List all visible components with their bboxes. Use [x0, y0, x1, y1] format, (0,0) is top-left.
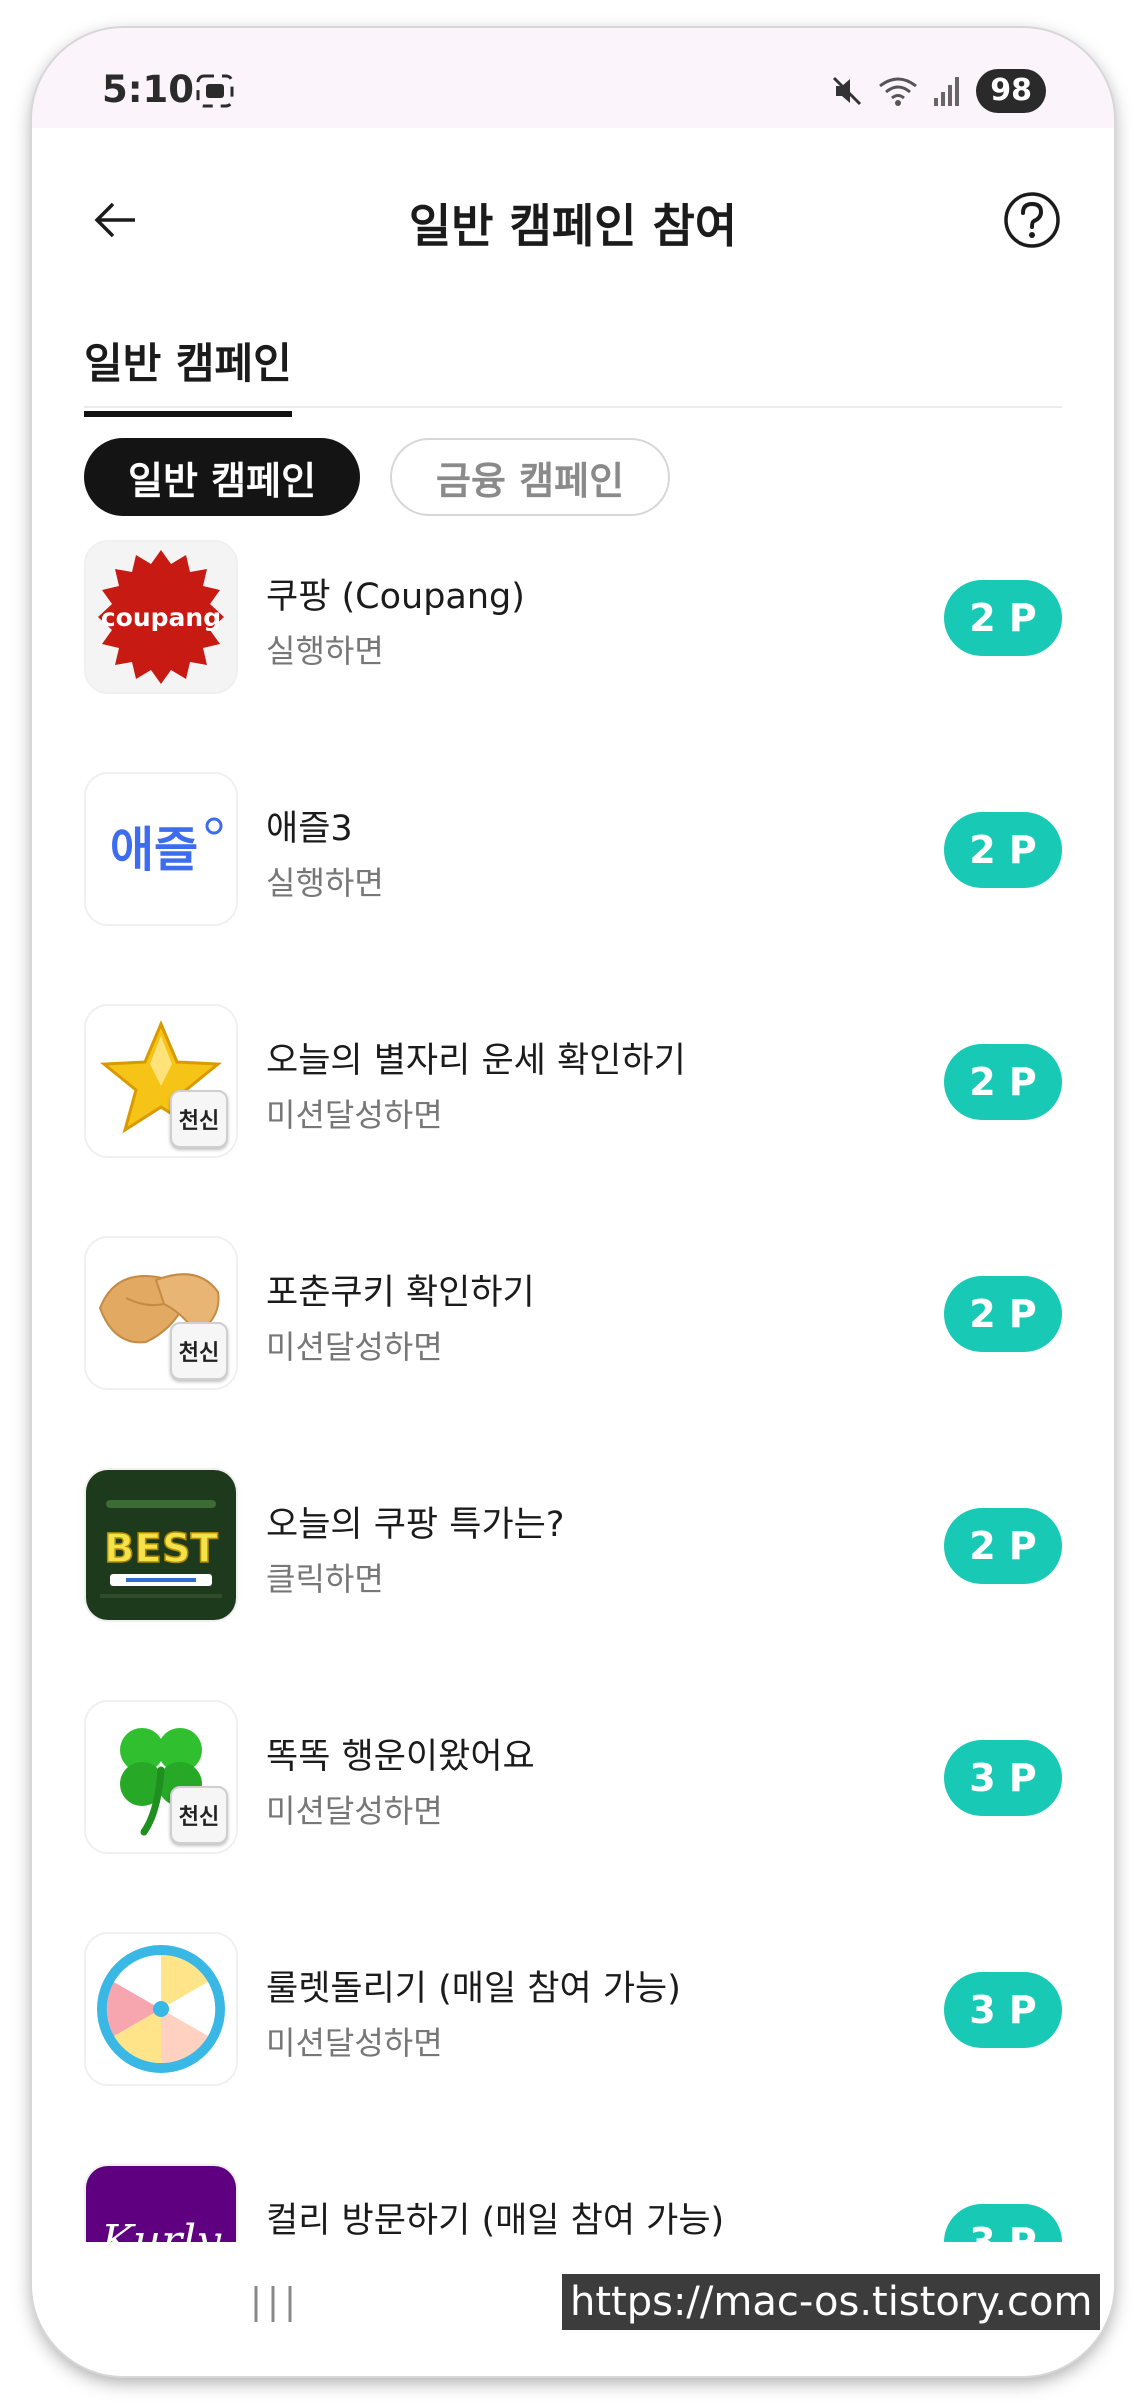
question-circle-icon[interactable]	[1002, 190, 1062, 250]
campaign-title: 똑똑 행운이왔어요	[266, 1737, 535, 1777]
campaign-item-horoscope[interactable]: 천신 오늘의 별자리 운세 확인하기 미션달성하면 2 P	[84, 1004, 1062, 1160]
campaign-item-lucky[interactable]: 천신 똑똑 행운이왔어요 미션달성하면 3 P	[84, 1700, 1062, 1856]
best-text: BEST	[104, 1526, 219, 1572]
signal-icon	[934, 77, 960, 106]
mute-icon	[833, 76, 862, 106]
coupang-best-banner: BEST	[84, 1468, 238, 1622]
campaign-item-coupang[interactable]: coupang 쿠팡 (Coupang) 실행하면 2 P	[84, 540, 1062, 696]
phone-frame: 5:10 98 일반 캠페인 참여 일반 캠페인 일반 캠페인 금융 캠페인 c…	[32, 28, 1114, 2376]
status-icons: 98	[830, 68, 1046, 114]
aejeul-logo: 애즐	[84, 772, 238, 926]
fortune-cookie-icon: 천신	[84, 1236, 238, 1390]
campaign-item-roulette[interactable]: 룰렛돌리기 (매일 참여 가능) 미션달성하면 3 P	[84, 1932, 1062, 2088]
watermark-url: https://mac-os.tistory.com	[562, 2274, 1101, 2330]
points-button[interactable]: 2 P	[944, 1508, 1062, 1584]
campaign-condition: 미션달성하면	[266, 1328, 443, 1366]
campaign-condition: 클릭하면	[266, 1560, 384, 1598]
filter-chips: 일반 캠페인 금융 캠페인	[84, 438, 671, 516]
page-title: 일반 캠페인 참여	[408, 199, 738, 253]
campaign-item-fortune-cookie[interactable]: 천신 포춘쿠키 확인하기 미션달성하면 2 P	[84, 1236, 1062, 1392]
campaign-item-aejeul[interactable]: 애즐 애즐3 실행하면 2 P	[84, 772, 1062, 928]
campaign-title: 오늘의 별자리 운세 확인하기	[266, 1041, 686, 1081]
campaign-title: 컬리 방문하기 (매일 참여 가능)	[266, 2201, 725, 2241]
status-bar: 5:10 98	[32, 28, 1114, 128]
points-button[interactable]: 2 P	[944, 812, 1062, 888]
tab-bar: 일반 캠페인	[84, 308, 1062, 417]
campaign-condition: 미션달성하면	[266, 2024, 443, 2062]
tab-general-campaign[interactable]: 일반 캠페인	[84, 330, 292, 417]
cheonsin-badge: 천신	[170, 1090, 228, 1148]
campaign-condition: 미션달성하면	[266, 1096, 443, 1134]
app-bar: 일반 캠페인 참여	[32, 128, 1114, 318]
cheonsin-badge: 천신	[170, 1786, 228, 1844]
screenshot-icon	[196, 74, 234, 108]
campaign-condition: 실행하면	[266, 864, 384, 902]
cheonsin-badge: 천신	[170, 1322, 228, 1380]
star-icon: 천신	[84, 1004, 238, 1158]
aejeul-logo-text: 애즐	[110, 822, 198, 878]
wifi-icon	[879, 77, 918, 106]
chip-general-campaign[interactable]: 일반 캠페인	[84, 438, 361, 516]
coupang-logo: coupang	[84, 540, 238, 694]
points-button[interactable]: 3 P	[944, 1740, 1062, 1816]
battery-indicator: 98	[976, 69, 1046, 113]
campaign-title: 룰렛돌리기 (매일 참여 가능)	[266, 1969, 681, 2009]
system-nav-bar: https://mac-os.tistory.com	[32, 2242, 1114, 2376]
points-button[interactable]: 3 P	[944, 1972, 1062, 2048]
campaign-title: 포춘쿠키 확인하기	[266, 1273, 535, 1313]
status-time: 5:10	[102, 68, 195, 111]
recent-apps-icon[interactable]	[250, 2282, 296, 2326]
points-button[interactable]: 2 P	[944, 580, 1062, 656]
clover-icon: 천신	[84, 1700, 238, 1854]
campaign-list: coupang 쿠팡 (Coupang) 실행하면 2 P 애즐 애즐3 실행하…	[32, 540, 1114, 2270]
campaign-title: 오늘의 쿠팡 특가는?	[266, 1505, 565, 1545]
campaign-condition: 실행하면	[266, 632, 384, 670]
campaign-condition: 미션달성하면	[266, 1792, 443, 1830]
points-button[interactable]: 2 P	[944, 1276, 1062, 1352]
campaign-title: 쿠팡 (Coupang)	[266, 577, 525, 617]
points-button[interactable]: 2 P	[944, 1044, 1062, 1120]
campaign-item-coupang-deal[interactable]: BEST 오늘의 쿠팡 특가는? 클릭하면 2 P	[84, 1468, 1062, 1624]
campaign-title: 애즐3	[266, 809, 353, 849]
roulette-icon	[84, 1932, 238, 2086]
chip-finance-campaign[interactable]: 금융 캠페인	[390, 438, 671, 516]
coupang-logo-text: coupang	[101, 603, 221, 632]
